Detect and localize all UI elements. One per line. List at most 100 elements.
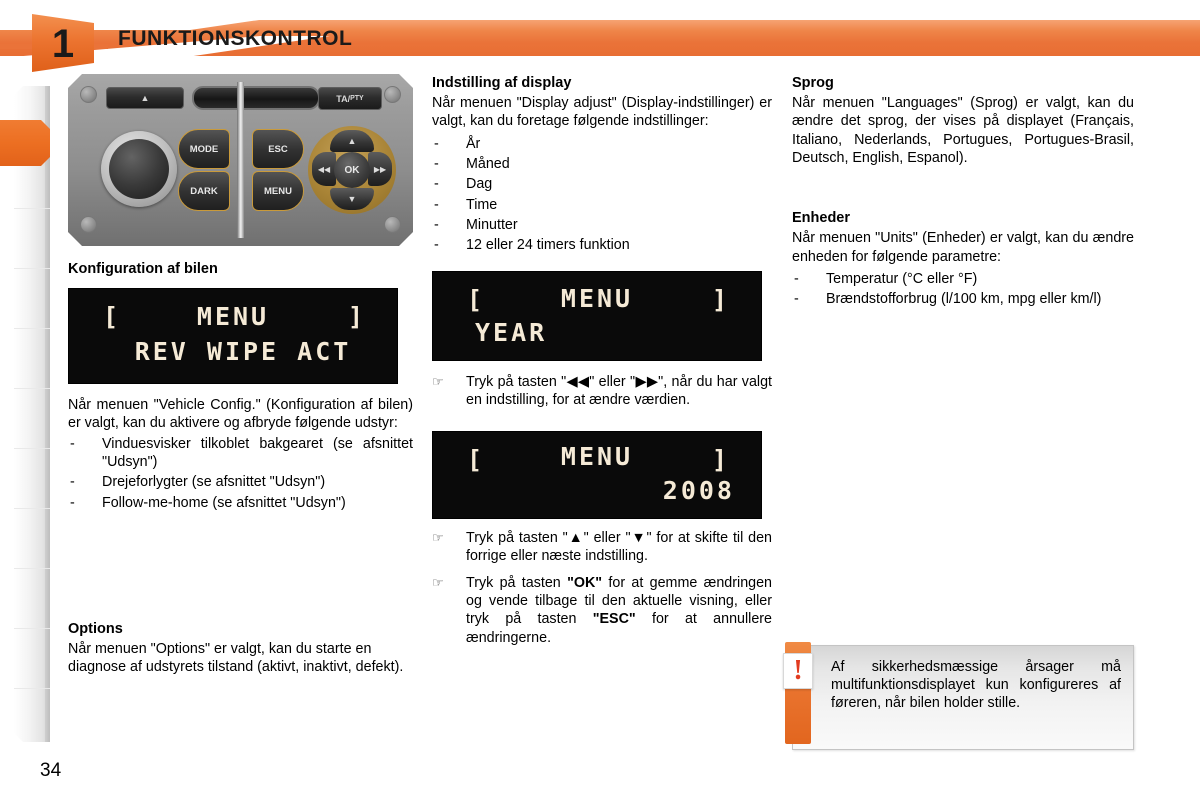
- esc-button[interactable]: ESC: [252, 129, 304, 169]
- cd-slot: [192, 86, 320, 110]
- display-item-text: 12 eller 24 timers funktion: [466, 237, 630, 254]
- ok-button[interactable]: OK: [334, 152, 370, 188]
- dash-bullet: -: [70, 474, 75, 491]
- instruction-item: ☞ Tryk på tasten "OK" for at gemme ændri…: [432, 574, 772, 647]
- units-heading: Enheder: [792, 210, 851, 227]
- units-list-item: - Brændstofforbrug (l/100 km, mpg eller k…: [792, 290, 1134, 308]
- sidebar-tab-8[interactable]: [14, 508, 50, 568]
- lcd3-line2: 2008: [662, 476, 735, 506]
- pointing-hand-icon: ☞: [432, 373, 444, 389]
- fastforward-icon: ▶▶: [373, 164, 387, 174]
- ta-pty-button[interactable]: TA/PTY: [318, 87, 382, 110]
- ok-key-emphasis: "OK": [567, 574, 603, 591]
- sidebar-tab-3[interactable]: [14, 208, 50, 268]
- dash-bullet: -: [434, 176, 439, 193]
- units-item-text: Brændstofforbrug (l/100 km, mpg eller km…: [826, 291, 1102, 308]
- sidebar-tab-6[interactable]: [14, 388, 50, 448]
- lcd1-line2: REV WIPE ACT: [134, 337, 352, 367]
- options-heading: Options: [68, 620, 123, 637]
- pointing-hand-icon: ☞: [432, 574, 444, 590]
- instruction-list-1: ☞ Tryk på tasten "◀◀" eller "▶▶", når du…: [432, 373, 772, 410]
- lcd-display-vehicle-config: [ ] MENU REV WIPE ACT: [68, 288, 398, 385]
- audio-control-panel-image: ▲ TA/PTY MODE DARK ESC MENU ▲ ▼ ◀◀ ▶▶ OK: [68, 74, 413, 246]
- mode-label: MODE: [189, 143, 219, 155]
- config-list-item: - Vinduesvisker tilkoblet bakgearet (se a…: [68, 435, 413, 472]
- lcd1-line1: MENU: [196, 302, 270, 332]
- dpad-prev-button[interactable]: ◀◀: [312, 152, 336, 186]
- display-list-item: - Måned: [432, 155, 772, 173]
- language-text: Når menuen "Languages" (Sprog) er valgt,…: [792, 95, 1134, 167]
- instruction-item: ☞ Tryk på tasten "▲" eller "▼" for at sk…: [432, 529, 772, 566]
- dash-bullet: -: [794, 291, 799, 308]
- language-heading: Sprog: [792, 75, 834, 91]
- units-item-list: - Temperatur (°C eller °F) - Brændstofforb…: [792, 270, 1134, 309]
- lcd-display-year-value: [ ] MENU 2008: [432, 431, 762, 520]
- arrow-up-icon: ▲: [347, 136, 357, 146]
- config-item-text: Follow-me-home (se afsnittet "Udsyn"): [102, 494, 346, 511]
- page-header: 1 FUNKTIONSKONTROL: [0, 14, 1200, 58]
- display-list-item: - 12 eller 24 timers funktion: [432, 236, 772, 254]
- config-item-text: Vinduesvisker tilkoblet bakgearet (se af…: [102, 435, 413, 471]
- warning-exclamation-icon: !: [783, 653, 813, 689]
- lcd3-line1: MENU: [560, 442, 634, 472]
- dash-bullet: -: [434, 216, 439, 233]
- dash-bullet: -: [70, 494, 75, 511]
- screw-bottom-left: [80, 216, 97, 233]
- sidebar-tab-5[interactable]: [14, 328, 50, 388]
- config-list-item: - Drejeforlygter (se afsnittet "Udsyn"): [68, 473, 413, 491]
- display-list-item: - År: [432, 135, 772, 153]
- safety-warning-box: ! Af sikkerhedsmæssige årsager må multif…: [783, 642, 1134, 750]
- dark-button[interactable]: DARK: [178, 171, 230, 211]
- eject-button[interactable]: ▲: [106, 87, 184, 109]
- sidebar-tab-active-indicator: [0, 120, 50, 166]
- display-list-item: - Minutter: [432, 216, 772, 234]
- config-heading: Konfiguration af bilen: [68, 261, 218, 277]
- chapter-tab-sidebar[interactable]: [14, 86, 50, 742]
- options-text: Når menuen "Options" er valgt, kan du st…: [68, 641, 404, 676]
- sidebar-tab-7[interactable]: [14, 448, 50, 508]
- dash-bullet: -: [70, 435, 75, 452]
- exclamation-glyph: !: [793, 655, 803, 686]
- units-intro-text: Når menuen "Units" (Enheder) er valgt, k…: [792, 230, 1134, 265]
- middle-column: Indstilling af display Når menuen "Displ…: [432, 74, 772, 647]
- esc-key-emphasis: "ESC": [592, 611, 636, 628]
- config-list-item: - Follow-me-home (se afsnittet "Udsyn"): [68, 494, 413, 512]
- display-intro-text: Når menuen "Display adjust" (Display-ind…: [432, 95, 772, 130]
- warning-text: Af sikkerhedsmæssige årsager må multifun…: [831, 659, 1121, 711]
- lcd2-line1: MENU: [560, 283, 634, 313]
- sidebar-tab-9[interactable]: [14, 568, 50, 628]
- right-column: Sprog Når menuen "Languages" (Sprog) er …: [792, 74, 1134, 309]
- display-item-text: År: [466, 135, 481, 152]
- panel-divider: [237, 82, 244, 238]
- units-item-text: Temperatur (°C eller °F): [826, 271, 978, 288]
- ok-label: OK: [344, 164, 360, 176]
- instruction-part-1: Tryk på tasten: [466, 574, 568, 591]
- menu-button[interactable]: MENU: [252, 171, 304, 211]
- lcd2-line2: YEAR: [475, 317, 548, 347]
- display-settings-heading: Indstilling af display: [432, 75, 572, 91]
- display-list-item: - Time: [432, 196, 772, 214]
- config-intro-text: Når menuen "Vehicle Config." (Konfigurat…: [68, 397, 413, 432]
- display-item-text: Måned: [466, 156, 510, 173]
- mode-button[interactable]: MODE: [178, 129, 230, 169]
- instruction-list-2: ☞ Tryk på tasten "▲" eller "▼" for at sk…: [432, 529, 772, 647]
- sidebar-tab-10[interactable]: [14, 628, 50, 688]
- pointing-hand-icon: ☞: [432, 530, 444, 546]
- ta-label: TA/: [336, 93, 351, 104]
- esc-label: ESC: [268, 143, 288, 155]
- dash-bullet: -: [434, 135, 439, 152]
- screw-bottom-right: [384, 216, 401, 233]
- dash-bullet: -: [434, 156, 439, 173]
- sidebar-tab-4[interactable]: [14, 268, 50, 328]
- instruction-text-composite: Tryk på tasten "OK" for at gemme ændring…: [466, 575, 772, 646]
- arrow-down-icon: ▼: [347, 194, 357, 204]
- volume-knob[interactable]: [109, 139, 169, 199]
- left-column: ▲ TA/PTY MODE DARK ESC MENU ▲ ▼ ◀◀ ▶▶ OK…: [68, 74, 413, 677]
- sidebar-tab-11[interactable]: [14, 688, 50, 742]
- rewind-icon: ◀◀: [317, 164, 331, 174]
- dash-bullet: -: [794, 271, 799, 288]
- instruction-text: Tryk på tasten "◀◀" eller "▶▶", når du h…: [466, 373, 772, 408]
- chapter-number: 1: [51, 22, 75, 66]
- dpad-next-button[interactable]: ▶▶: [368, 152, 392, 186]
- display-item-text: Minutter: [466, 216, 518, 233]
